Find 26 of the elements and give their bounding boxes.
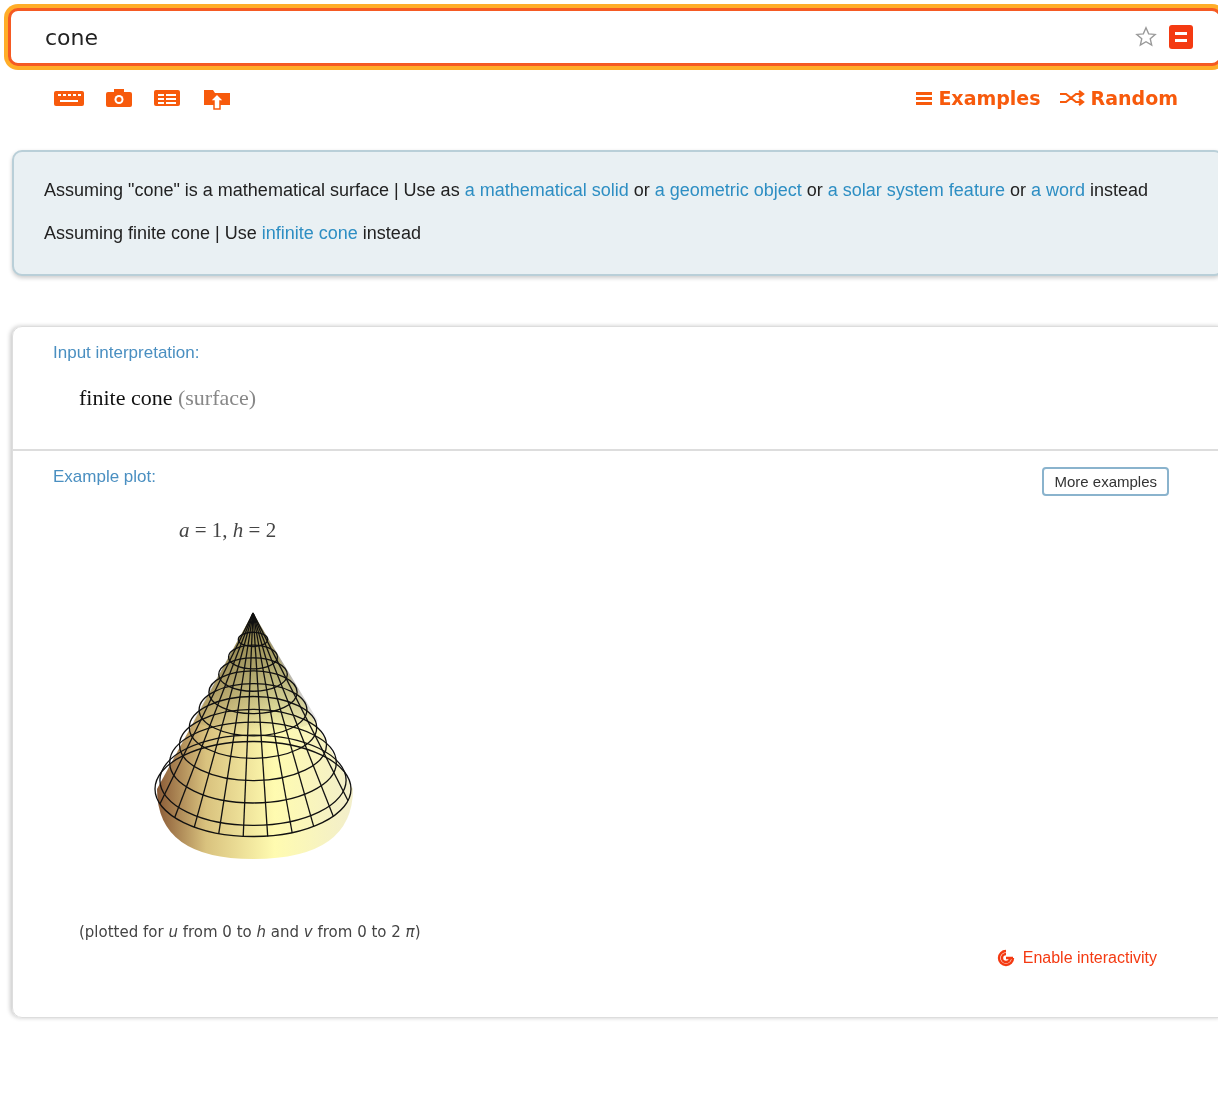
table-icon[interactable] [154, 89, 180, 107]
assumption-link[interactable]: a mathematical solid [464, 180, 629, 200]
interpretation-note: (surface) [177, 385, 257, 410]
pod-title: Input interpretation: [53, 343, 201, 363]
list-icon [916, 90, 933, 106]
random-link[interactable]: Random [1058, 87, 1178, 109]
keyboard-icon[interactable] [54, 89, 84, 107]
assumption-text: Assuming "cone" is a mathematical surface | Use as a mathematical solid or a geometric object or a solar system feature or a word instead [44, 179, 1149, 202]
star-icon[interactable] [1135, 26, 1157, 48]
camera-icon[interactable] [106, 88, 132, 108]
more-examples-button[interactable]: More examples [1042, 467, 1169, 496]
assumption-link[interactable]: a geometric object [654, 180, 802, 200]
assumption-link[interactable]: a word [1030, 180, 1085, 200]
shuffle-icon [1058, 90, 1085, 106]
examples-link[interactable]: Examples [916, 87, 1041, 109]
assumption-text: Assuming finite cone | Use infinite cone instead [44, 222, 422, 245]
menu-icon[interactable] [1169, 25, 1193, 49]
assumption-link[interactable]: a solar system feature [827, 180, 1005, 200]
plot-caption: (plotted for u from 0 to h and v from 0 to 2 π) [79, 923, 422, 941]
enable-interactivity-link[interactable]: Enable interactivity [996, 949, 1157, 967]
pod-title: Example plot: [53, 467, 156, 487]
assumption-link[interactable]: infinite cone [261, 223, 358, 243]
interpretation-text: finite cone [79, 385, 173, 410]
search-field[interactable]: cone [45, 24, 1123, 50]
swirl-icon [996, 949, 1015, 967]
plot-parameters: a = 1, h = 2 [179, 518, 278, 543]
